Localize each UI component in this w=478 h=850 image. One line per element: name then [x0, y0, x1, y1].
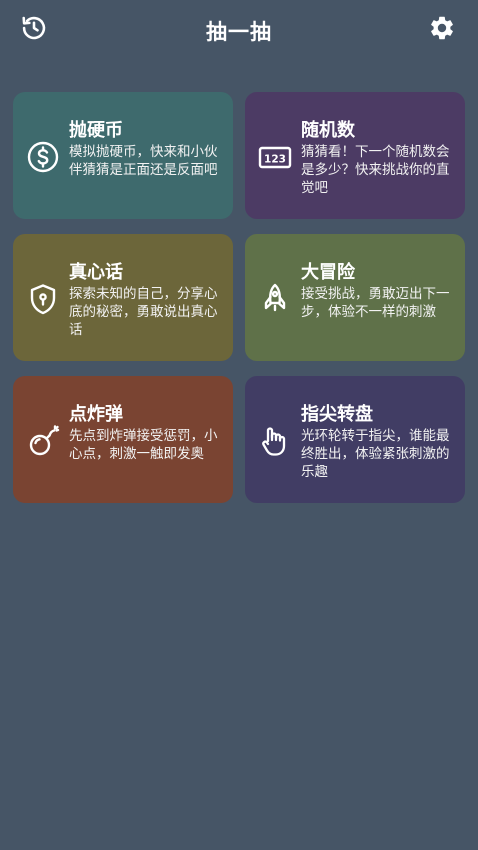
card-description: 猜猜看！下一个随机数会是多少？快来挑战你的直觉吧 [301, 144, 450, 196]
card-title: 随机数 [301, 120, 355, 141]
card-coin-flip[interactable]: 抛硬币 模拟抛硬币，快来和小伙伴猜猜是正面还是反面吧 [13, 92, 233, 219]
card-title: 真心话 [69, 262, 123, 283]
card-description: 模拟抛硬币，快来和小伙伴猜猜是正面还是反面吧 [69, 144, 218, 178]
card-title: 指尖转盘 [301, 404, 373, 425]
card-bomb[interactable]: 点炸弹 先点到炸弹接受惩罚，小心点，刺激一触即发奥 [13, 376, 233, 503]
card-dare[interactable]: 大冒险 接受挑战，勇敢迈出下一步，体验不一样的刺激 [245, 234, 465, 361]
bomb-icon [26, 424, 60, 458]
hand-pointer-icon [258, 424, 292, 458]
gear-icon[interactable] [428, 14, 456, 42]
number-123-icon: 123 [258, 140, 292, 174]
card-title: 抛硬币 [69, 120, 123, 141]
shield-lock-icon [26, 282, 60, 316]
dollar-coin-icon [26, 140, 60, 174]
card-title: 大冒险 [301, 262, 355, 283]
rocket-icon [258, 282, 292, 316]
card-random-number[interactable]: 123 随机数 猜猜看！下一个随机数会是多少？快来挑战你的直觉吧 [245, 92, 465, 219]
card-description: 接受挑战，勇敢迈出下一步，体验不一样的刺激 [301, 286, 450, 320]
svg-text:123: 123 [264, 154, 286, 166]
card-description: 光环轮转于指尖，谁能最终胜出，体验紧张刺激的乐趣 [301, 428, 450, 480]
top-bar: 抽一抽 [0, 0, 478, 62]
card-description: 探索未知的自己，分享心底的秘密，勇敢说出真心话 [69, 286, 218, 338]
card-finger-spinner[interactable]: 指尖转盘 光环轮转于指尖，谁能最终胜出，体验紧张刺激的乐趣 [245, 376, 465, 503]
card-description: 先点到炸弹接受惩罚，小心点，刺激一触即发奥 [69, 428, 218, 462]
card-truth[interactable]: 真心话 探索未知的自己，分享心底的秘密，勇敢说出真心话 [13, 234, 233, 361]
page-title: 抽一抽 [206, 20, 272, 44]
card-title: 点炸弹 [69, 404, 123, 425]
